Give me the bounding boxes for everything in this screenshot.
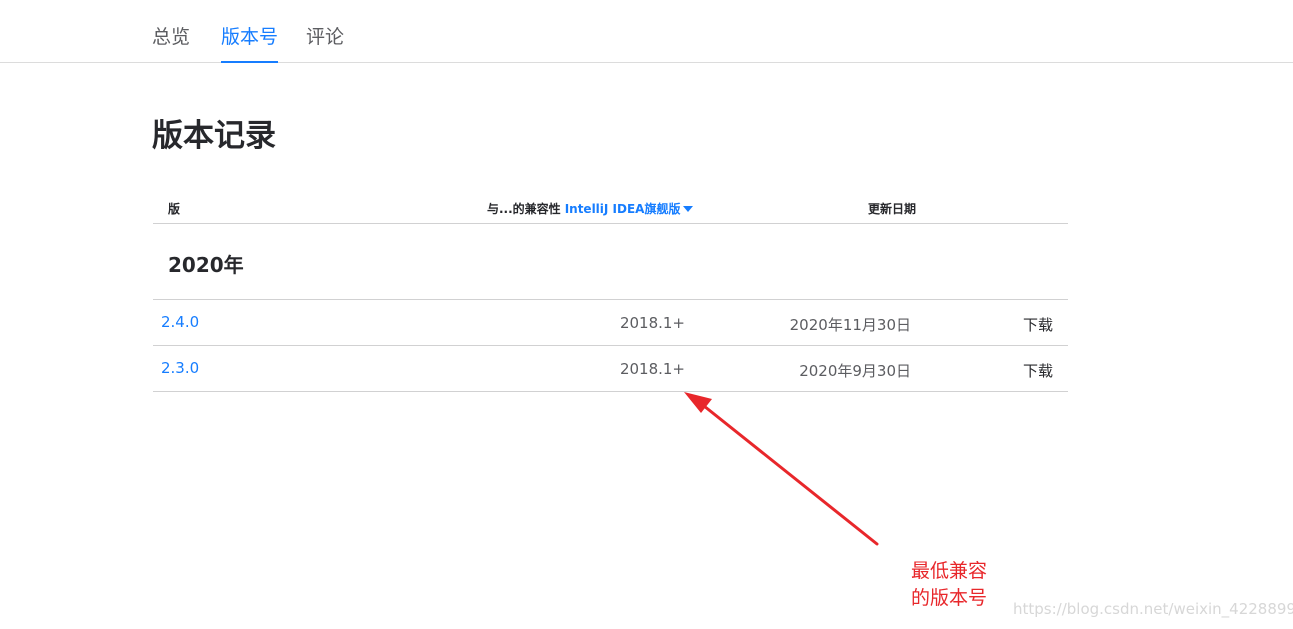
annotation-text: 最低兼容 的版本号 <box>911 558 987 612</box>
download-link[interactable]: 下载 <box>1023 314 1053 335</box>
arrow-head <box>684 392 712 413</box>
table-header: 版 与...的兼容性 IntelliJ IDEA旗舰版 更新日期 <box>153 190 1068 224</box>
header-compat-label: 与...的兼容性 <box>487 202 561 216</box>
version-link[interactable]: 2.3.0 <box>161 359 199 377</box>
product-selector[interactable]: IntelliJ IDEA旗舰版 <box>565 202 694 216</box>
table-row: 2.3.0 2018.1+ 2020年9月30日 下载 <box>153 346 1068 392</box>
year-group-row: 2020年 <box>153 224 1068 300</box>
tab-versions[interactable]: 版本号 <box>221 22 279 63</box>
tab-overview[interactable]: 总览 <box>152 22 190 62</box>
arrow-shaft <box>697 400 879 546</box>
product-selector-label: IntelliJ IDEA旗舰版 <box>564 202 681 216</box>
annotation-line-1: 最低兼容 <box>911 560 988 582</box>
year-group-label: 2020年 <box>168 253 244 277</box>
version-link[interactable]: 2.4.0 <box>161 313 199 331</box>
page-title: 版本记录 <box>152 118 276 154</box>
compat-value: 2018.1+ <box>619 360 685 378</box>
update-date: 2020年11月30日 <box>789 316 911 334</box>
header-version: 版 <box>168 202 181 216</box>
watermark: https://blog.csdn.net/weixin_42288998 <box>1013 600 1293 618</box>
tab-bar: 总览 版本号 评论 <box>0 0 1293 63</box>
annotation-line-2: 的版本号 <box>911 587 988 609</box>
caret-down-icon <box>683 206 694 212</box>
tab-reviews[interactable]: 评论 <box>306 22 344 62</box>
download-link[interactable]: 下载 <box>1023 360 1053 381</box>
compat-value: 2018.1+ <box>619 314 685 332</box>
table-row: 2.4.0 2018.1+ 2020年11月30日 下载 <box>153 300 1068 346</box>
update-date: 2020年9月30日 <box>799 362 911 380</box>
header-update-date: 更新日期 <box>868 202 917 216</box>
header-compatibility: 与...的兼容性 IntelliJ IDEA旗舰版 <box>487 200 694 217</box>
